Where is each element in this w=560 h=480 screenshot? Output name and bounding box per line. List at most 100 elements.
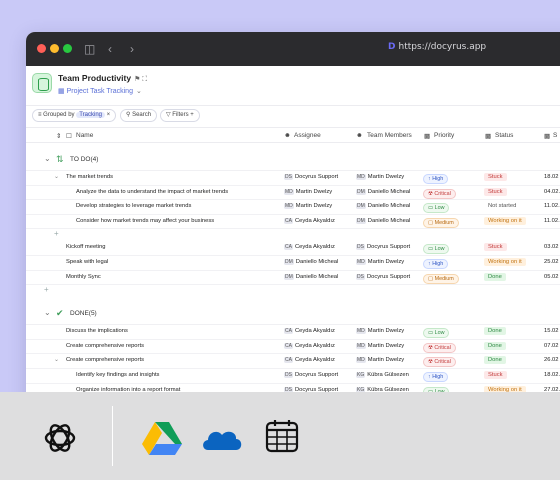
- status-cell[interactable]: Not started: [484, 203, 520, 209]
- table-row[interactable]: Discuss the implications CA Ceyda Akyaldız…: [26, 325, 560, 340]
- status-cell[interactable]: Done: [484, 327, 506, 336]
- date-cell[interactable]: 11.02.202: [544, 218, 560, 224]
- grouped-by-chip[interactable]: ≡ Grouped by Tracking ×: [32, 109, 117, 122]
- priority-cell[interactable]: ▢ Medium: [423, 217, 459, 228]
- task-name[interactable]: Develop strategies to leverage market tr…: [76, 203, 191, 209]
- bookmark-icon[interactable]: ⚑ ⛶: [134, 76, 147, 83]
- assignee-cell[interactable]: MD Martin Dwelzy: [284, 188, 332, 195]
- team-member-cell[interactable]: MD Martin Dwelzy: [356, 328, 404, 335]
- date-cell[interactable]: 18.02.202: [544, 372, 560, 378]
- priority-cell[interactable]: ☢ Critical: [423, 357, 456, 368]
- sort-icon[interactable]: ⇕: [56, 132, 61, 140]
- table-row[interactable]: Create comprehensive reports CA Ceyda Akya…: [26, 340, 560, 355]
- chevron-down-icon[interactable]: ⌄: [54, 174, 59, 180]
- team-member-cell[interactable]: DS Docyrus Support: [356, 244, 410, 251]
- table-row[interactable]: Analyze the data to understand the impac…: [26, 186, 560, 201]
- priority-cell[interactable]: ☢ Critical: [423, 188, 456, 199]
- team-member-cell[interactable]: DM Daniello Micheal: [356, 217, 410, 224]
- task-name[interactable]: The market trends: [66, 174, 113, 180]
- team-member-cell[interactable]: MD Martin Dwelzy: [356, 174, 404, 180]
- forward-icon[interactable]: ›: [130, 41, 134, 57]
- team-member-cell[interactable]: MD Martin Dwelzy: [356, 357, 404, 364]
- team-member-cell[interactable]: MD Martin Dwelzy: [356, 258, 404, 265]
- chevron-down-icon[interactable]: ⌄: [54, 357, 59, 363]
- table-row[interactable]: ⌄ The market trends DS Docyrus Support MD Mar…: [26, 171, 560, 186]
- status-cell[interactable]: Working on it: [484, 216, 526, 225]
- chevron-down-icon[interactable]: ⌄: [44, 308, 51, 317]
- maximize-window-button[interactable]: [63, 44, 72, 53]
- status-cell[interactable]: Done: [484, 341, 506, 350]
- assignee-cell[interactable]: MD Martin Dwelzy: [284, 203, 332, 210]
- table-row[interactable]: ⌄ Create comprehensive reports CA Ceyda Aky…: [26, 354, 560, 369]
- status-cell[interactable]: Stuck: [484, 370, 507, 379]
- task-name[interactable]: Kickoff meeting: [66, 244, 106, 250]
- group-header[interactable]: ⌄ ✔ DONE(5): [26, 303, 560, 326]
- address-bar[interactable]: Dhttps://docyrus.app: [388, 42, 486, 52]
- assignee-cell[interactable]: CA Ceyda Akyaldız: [284, 244, 335, 251]
- task-name[interactable]: Analyze the data to understand the impac…: [76, 189, 228, 195]
- team-member-cell[interactable]: KG Kübra Gülsezen: [356, 371, 409, 378]
- column-team-members[interactable]: Team Members: [367, 132, 412, 139]
- assignee-cell[interactable]: CA Ceyda Akyaldız: [284, 342, 335, 349]
- onedrive-icon[interactable]: [200, 424, 244, 452]
- priority-cell[interactable]: ▢ Medium: [423, 273, 459, 284]
- assignee-cell[interactable]: CA Ceyda Akyaldız: [284, 217, 335, 224]
- date-cell[interactable]: 04.02.202: [544, 189, 560, 195]
- task-name[interactable]: Create comprehensive reports: [66, 343, 144, 349]
- table-row[interactable]: Monthly Sync DM Daniello Micheal DS Docyrus …: [26, 271, 560, 286]
- view-selector[interactable]: ▦ Project Task Tracking ⌄: [58, 87, 142, 95]
- column-date[interactable]: S: [553, 132, 557, 139]
- sidebar-toggle-icon[interactable]: ◫: [84, 41, 95, 57]
- column-status[interactable]: Status: [495, 132, 513, 139]
- column-name[interactable]: Name: [76, 132, 93, 139]
- back-icon[interactable]: ‹: [108, 41, 112, 57]
- column-priority[interactable]: Priority: [434, 132, 454, 139]
- select-all-checkbox[interactable]: ☐: [66, 132, 72, 140]
- assignee-cell[interactable]: DS Docyrus Support: [284, 174, 338, 180]
- task-name[interactable]: Consider how market trends may affect yo…: [76, 218, 214, 224]
- priority-cell[interactable]: ▭ Low: [423, 244, 450, 255]
- chevron-down-icon[interactable]: ⌄: [44, 154, 51, 163]
- add-subtask-button[interactable]: +: [26, 229, 560, 241]
- team-member-cell[interactable]: DS Docyrus Support: [356, 273, 410, 280]
- priority-cell[interactable]: ▭ Low: [423, 328, 450, 339]
- date-cell[interactable]: 07.02: [544, 343, 559, 349]
- group-header[interactable]: ⌄ ⇅ TO DO(4): [26, 149, 560, 171]
- assignee-cell[interactable]: CA Ceyda Akyaldız: [284, 357, 335, 364]
- task-name[interactable]: Identify key findings and insights: [76, 372, 159, 378]
- task-name[interactable]: Speak with legal: [66, 259, 108, 265]
- status-cell[interactable]: Done: [484, 356, 506, 365]
- team-member-cell[interactable]: DM Daniello Micheal: [356, 203, 410, 210]
- status-cell[interactable]: Stuck: [484, 243, 507, 252]
- assignee-cell[interactable]: DM Daniello Micheal: [284, 258, 338, 265]
- priority-cell[interactable]: ☢ Critical: [423, 342, 456, 353]
- status-cell[interactable]: Stuck: [484, 187, 507, 196]
- date-cell[interactable]: 15.02: [544, 328, 559, 334]
- table-row[interactable]: Kickoff meeting CA Ceyda Akyaldız DS Docyrus…: [26, 241, 560, 256]
- assignee-cell[interactable]: DM Daniello Micheal: [284, 273, 338, 280]
- search-button[interactable]: ⚲ Search: [120, 109, 158, 122]
- priority-cell[interactable]: ▭ Low: [423, 203, 450, 214]
- date-cell[interactable]: 25.02: [544, 259, 559, 265]
- column-assignee[interactable]: Assignee: [294, 132, 321, 139]
- team-member-cell[interactable]: MD Martin Dwelzy: [356, 342, 404, 349]
- filters-button[interactable]: ▽ Filters +: [160, 109, 200, 122]
- task-name[interactable]: Discuss the implications: [66, 328, 128, 334]
- assignee-cell[interactable]: DS Docyrus Support: [284, 371, 338, 378]
- date-cell[interactable]: 05.02: [544, 274, 559, 280]
- close-icon[interactable]: ×: [107, 112, 111, 118]
- google-drive-icon[interactable]: [142, 420, 182, 456]
- priority-cell[interactable]: ↑ High: [423, 371, 449, 382]
- assignee-cell[interactable]: CA Ceyda Akyaldız: [284, 328, 335, 335]
- team-member-cell[interactable]: DM Daniello Micheal: [356, 188, 410, 195]
- table-row[interactable]: Consider how market trends may affect yo…: [26, 215, 560, 230]
- table-row[interactable]: Identify key findings and insights DS Docy…: [26, 369, 560, 384]
- date-cell[interactable]: 18.02: [544, 174, 559, 180]
- priority-cell[interactable]: ↑ High: [423, 258, 449, 269]
- status-cell[interactable]: Working on it: [484, 257, 526, 266]
- task-name[interactable]: Monthly Sync: [66, 274, 101, 280]
- status-cell[interactable]: Done: [484, 272, 506, 281]
- table-row[interactable]: Develop strategies to leverage market tr…: [26, 200, 560, 215]
- minimize-window-button[interactable]: [50, 44, 59, 53]
- close-window-button[interactable]: [37, 44, 46, 53]
